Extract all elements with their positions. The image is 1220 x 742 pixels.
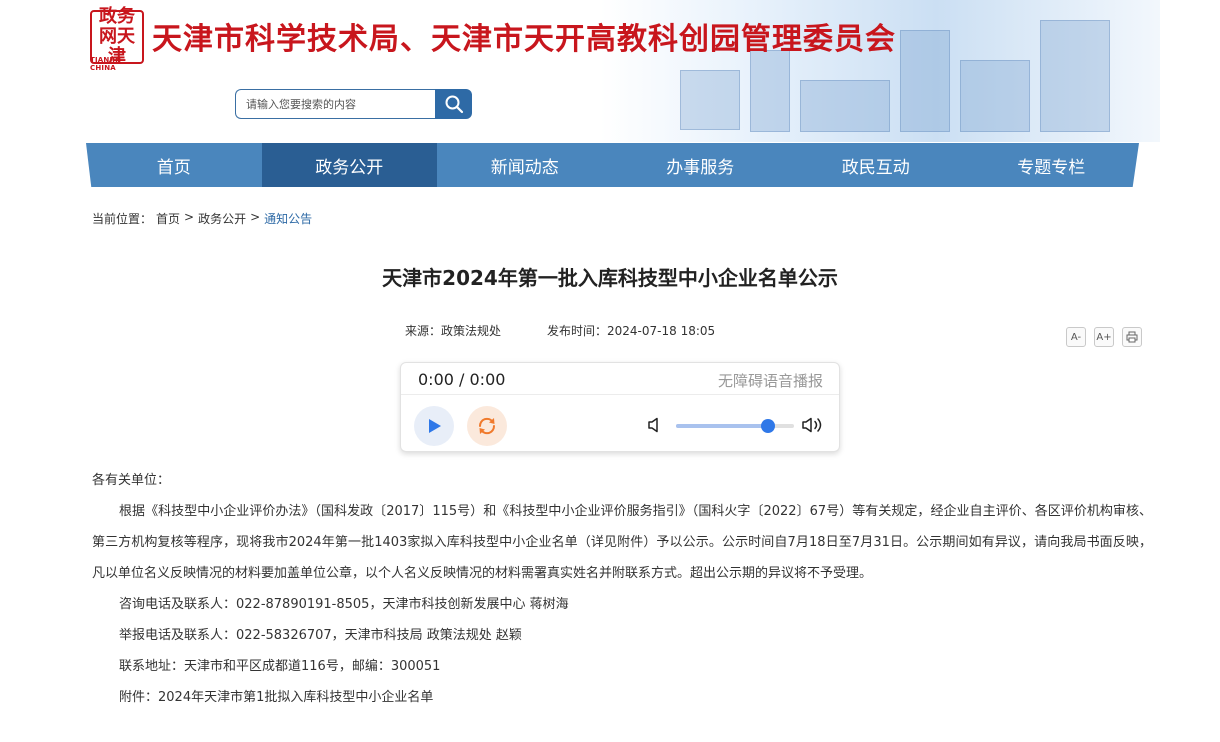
consult-contact: 咨询电话及联系人：022-87890191-8505，天津市科技创新发展中心 蒋… xyxy=(119,597,569,612)
breadcrumb-prefix: 当前位置： xyxy=(92,212,153,226)
font-increase-button[interactable]: A+ xyxy=(1094,327,1114,347)
play-icon xyxy=(429,419,441,433)
audio-player-header: 0:00 / 0:00 无障碍语音播报 xyxy=(401,363,839,395)
article-paragraph: 根据《科技型中小企业评价办法》（国科发政〔2017〕115号）和《科技型中小企业… xyxy=(92,504,1152,581)
nav-item-home[interactable]: 首页 xyxy=(86,143,262,187)
audio-player: 0:00 / 0:00 无障碍语音播报 xyxy=(400,362,840,452)
breadcrumb-link-home[interactable]: 首页 xyxy=(156,210,180,227)
search-icon xyxy=(445,95,463,114)
volume-slider-handle[interactable] xyxy=(761,419,776,433)
audio-time: 0:00 / 0:00 xyxy=(418,370,506,389)
volume-low-icon[interactable] xyxy=(647,417,661,433)
logo-subtitle: TIANJIN CHINA xyxy=(90,56,122,72)
breadcrumb-separator: > xyxy=(250,210,261,224)
search-bar xyxy=(235,89,472,119)
search-input[interactable] xyxy=(235,89,435,119)
nav-item-news[interactable]: 新闻动态 xyxy=(437,143,613,187)
audio-player-label: 无障碍语音播报 xyxy=(717,372,823,390)
breadcrumb-link-notices[interactable]: 通知公告 xyxy=(264,210,312,227)
main-nav: 首页 政务公开 新闻动态 办事服务 政民互动 专题专栏 xyxy=(86,143,1139,187)
contact-address: 联系地址：天津市和平区成都道116号，邮编：300051 xyxy=(119,659,441,674)
search-button[interactable] xyxy=(435,89,472,119)
article-greeting: 各有关单位： xyxy=(92,473,171,488)
nav-item-interaction[interactable]: 政民互动 xyxy=(788,143,964,187)
article-publish-time: 发布时间：2024-07-18 18:05 xyxy=(547,324,716,338)
report-contact: 举报电话及联系人：022-58326707，天津市科技局 政策法规处 赵颖 xyxy=(119,628,522,643)
nav-item-topics[interactable]: 专题专栏 xyxy=(964,143,1140,187)
nav-item-services[interactable]: 办事服务 xyxy=(613,143,789,187)
replay-icon xyxy=(478,417,496,435)
font-decrease-button[interactable]: A- xyxy=(1066,327,1086,347)
article-meta: 来源：政策法规处 发布时间：2024-07-18 18:05 xyxy=(405,322,715,339)
site-title: 天津市科学技术局、天津市天开高教科创园管理委员会 xyxy=(152,22,896,57)
breadcrumb: 当前位置： 首页 > 政务公开 > 通知公告 xyxy=(92,210,312,227)
article-title: 天津市2024年第一批入库科技型中小企业名单公示 xyxy=(382,266,838,290)
volume-slider[interactable] xyxy=(676,419,794,433)
breadcrumb-separator: > xyxy=(184,210,195,224)
article-source: 来源：政策法规处 xyxy=(405,324,502,338)
attachment-link[interactable]: 附件：2024年天津市第1批拟入库科技型中小企业名单 xyxy=(92,682,1152,713)
print-icon xyxy=(1126,331,1138,343)
site-header: 政务网天津 TIANJIN CHINA 天津市科学技术局、天津市天开高教科创园管… xyxy=(0,0,1220,142)
play-button[interactable] xyxy=(414,406,454,446)
breadcrumb-link-government-affairs[interactable]: 政务公开 xyxy=(198,210,246,227)
volume-high-icon[interactable] xyxy=(801,416,825,434)
nav-item-government-affairs[interactable]: 政务公开 xyxy=(261,143,437,187)
article-tools: A- A+ xyxy=(1066,327,1142,347)
article-body: 各有关单位： 根据《科技型中小企业评价办法》（国科发政〔2017〕115号）和《… xyxy=(92,465,1152,713)
replay-button[interactable] xyxy=(467,406,507,446)
volume-slider-fill xyxy=(676,424,769,428)
print-button[interactable] xyxy=(1122,327,1142,347)
